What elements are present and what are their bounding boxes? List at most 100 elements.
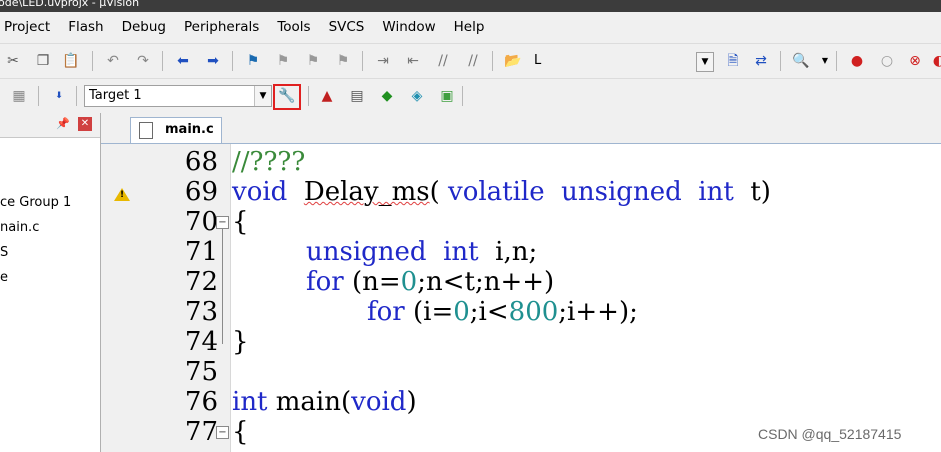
paste-icon[interactable]: 📋 — [62, 52, 80, 70]
kill-breakpoints-icon[interactable]: ⊗ — [906, 52, 924, 70]
bookmark-icon[interactable]: ⚑ — [244, 52, 262, 70]
toolbar-separator — [92, 51, 93, 71]
menu-peripherals[interactable]: Peripherals — [184, 19, 259, 35]
find-replace-icon[interactable]: ⇄ — [752, 52, 770, 70]
toolbar-separator — [492, 51, 493, 71]
load-download-icon[interactable]: ⬇ — [50, 87, 68, 105]
comment-icon[interactable]: // — [434, 52, 452, 70]
line-number: 77 — [184, 417, 218, 447]
indent-icon[interactable]: ⇥ — [374, 52, 392, 70]
line-number: 76 — [184, 387, 218, 417]
code-line: 70 − { — [108, 207, 941, 237]
pin-icon[interactable]: 📌 — [56, 117, 70, 130]
tab-main-c[interactable]: main.c — [130, 117, 222, 143]
find-in-files-icon[interactable]: 📂 — [504, 52, 522, 70]
pack-installer-icon[interactable]: ▣ — [438, 87, 456, 105]
code-text: unsigned int i,n; — [306, 237, 538, 267]
line-number: 70 — [184, 207, 218, 237]
line-number: 68 — [184, 147, 218, 177]
toolbar-separator — [836, 51, 837, 71]
project-panel-header: 📌 ✕ — [0, 113, 100, 138]
copy-icon[interactable]: ❐ — [34, 52, 52, 70]
code-line: 71 unsigned int i,n; — [108, 237, 941, 267]
code-line: 68 //???? — [108, 147, 941, 177]
toolbar-separator — [362, 51, 363, 71]
menu-tools[interactable]: Tools — [277, 19, 310, 35]
toolbar-separator — [76, 86, 77, 106]
prev-bookmark-icon[interactable]: ⚑ — [274, 52, 292, 70]
menu-project[interactable]: Project — [4, 19, 50, 35]
options-for-target-icon[interactable]: 🔧 — [278, 87, 296, 105]
code-line: 76 int main(void) — [108, 387, 941, 417]
file-icon — [139, 122, 153, 139]
manage-rte-icon[interactable]: ◈ — [408, 87, 426, 105]
code-text: } — [232, 327, 249, 357]
navigate-forward-icon[interactable]: ➡ — [204, 52, 222, 70]
redo-icon[interactable]: ↷ — [134, 52, 152, 70]
enable-disable-all-icon[interactable]: ◐ — [930, 52, 941, 70]
menu-debug[interactable]: Debug — [122, 19, 166, 35]
tree-item-cmsis[interactable]: S — [0, 245, 8, 260]
line-number: 71 — [184, 237, 218, 267]
line-number: 75 — [184, 357, 218, 387]
code-line: 73 for (i=0;i<800;i++); — [108, 297, 941, 327]
code-text: for (i=0;i<800;i++); — [367, 297, 638, 327]
manage-project-items-icon[interactable]: ▲ — [318, 87, 336, 105]
code-text: void Delay_ms( volatile unsigned int t) — [232, 177, 771, 207]
toolbar-separator — [462, 86, 463, 106]
chevron-down-icon[interactable]: ▼ — [254, 86, 271, 106]
code-text: for (n=0;n<t;n++) — [306, 267, 555, 297]
tree-item-source-group[interactable]: ce Group 1 — [0, 195, 71, 210]
editor-tabstrip: main.c — [101, 113, 941, 144]
code-text: int main(void) — [232, 387, 417, 417]
breakpoint-icon[interactable]: ● — [848, 52, 866, 70]
title-bar: ode\LED.uvprojx - µVision — [0, 0, 941, 12]
next-bookmark-icon[interactable]: ⚑ — [304, 52, 322, 70]
window-title: ode\LED.uvprojx - µVision — [0, 0, 140, 9]
clear-bookmarks-icon[interactable]: ⚑ — [334, 52, 352, 70]
project-panel: 📌 ✕ ce Group 1 nain.c S e — [0, 113, 101, 452]
toolbar-separator — [232, 51, 233, 71]
code-line: 75 — [108, 357, 941, 387]
find-text[interactable]: L — [534, 53, 541, 68]
build-toolbar: ▦ ⬇ Target 1 ▼ 🔧 ▲ ▤ ◆ ◈ ▣ — [0, 78, 941, 113]
toolbar-separator — [308, 86, 309, 106]
tab-label: main.c — [165, 122, 214, 137]
batch-build-icon[interactable]: ▦ — [10, 87, 28, 105]
watermark: CSDN @qq_52187415 — [758, 426, 902, 442]
code-editor[interactable]: ! 68 //???? 69 void Delay_ms( volatile u… — [108, 144, 941, 452]
menu-svcs[interactable]: SVCS — [329, 19, 365, 35]
toolbar-separator — [162, 51, 163, 71]
target-select[interactable]: Target 1 ▼ — [84, 85, 272, 107]
select-packs-icon[interactable]: ◆ — [378, 87, 396, 105]
uncomment-icon[interactable]: // — [464, 52, 482, 70]
tree-item-main-c[interactable]: nain.c — [0, 220, 39, 235]
cut-icon[interactable]: ✂ — [4, 52, 22, 70]
code-text: { — [232, 207, 249, 237]
code-line: 74 } — [108, 327, 941, 357]
debug-dropdown-chevron-icon[interactable]: ▼ — [816, 52, 834, 70]
menu-help[interactable]: Help — [454, 19, 485, 35]
debug-session-icon[interactable]: 🔍 — [792, 52, 810, 70]
menu-flash[interactable]: Flash — [68, 19, 103, 35]
tree-item-device[interactable]: e — [0, 270, 8, 285]
fold-toggle-icon[interactable]: − — [216, 216, 229, 229]
disable-breakpoint-icon[interactable]: ○ — [878, 52, 896, 70]
code-comment: //???? — [232, 147, 306, 177]
close-icon[interactable]: ✕ — [78, 117, 92, 131]
undo-icon[interactable]: ↶ — [104, 52, 122, 70]
menu-window[interactable]: Window — [382, 19, 435, 35]
code-line: 69 void Delay_ms( volatile unsigned int … — [108, 177, 941, 207]
toolbar-separator — [780, 51, 781, 71]
find-dropdown-chevron-icon[interactable]: ▼ — [696, 52, 714, 72]
unindent-icon[interactable]: ⇤ — [404, 52, 422, 70]
line-number: 69 — [184, 177, 218, 207]
fold-toggle-icon[interactable]: − — [216, 426, 229, 439]
toolbar-separator — [38, 86, 39, 106]
navigate-back-icon[interactable]: ⬅ — [174, 52, 192, 70]
line-number: 73 — [184, 297, 218, 327]
incremental-find-icon[interactable]: 🗎 — [724, 52, 742, 70]
manage-multiproject-icon[interactable]: ▤ — [348, 87, 366, 105]
menu-bar: Project Flash Debug Peripherals Tools SV… — [0, 12, 941, 42]
line-number: 72 — [184, 267, 218, 297]
